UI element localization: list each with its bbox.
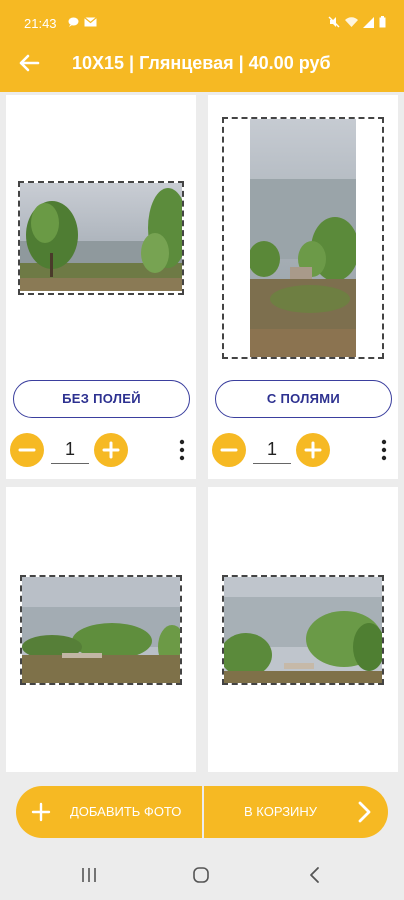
photo-grid[interactable]: БЕЗ ПОЛЕЙ 1 С ПОЛЯМИ 1 — [0, 92, 404, 772]
print-frame[interactable] — [18, 181, 184, 295]
mail-icon — [84, 17, 97, 27]
photo-card: С ПОЛЯМИ 1 — [208, 95, 398, 479]
battery-icon — [379, 16, 386, 28]
app-bar: 10X15 | Глянцевая | 40.00 руб — [0, 36, 404, 92]
add-photo-label: ДОБАВИТЬ ФОТО — [70, 804, 182, 819]
system-nav-bar — [0, 852, 404, 900]
signal-icon — [363, 16, 374, 28]
chevron-right-icon — [358, 801, 371, 823]
decrease-quantity-button[interactable] — [10, 433, 44, 467]
plus-icon — [304, 441, 322, 459]
photo-image — [22, 577, 180, 683]
page-title: 10X15 | Глянцевая | 40.00 руб — [72, 53, 331, 73]
plus-icon — [102, 441, 120, 459]
increase-quantity-button[interactable] — [94, 433, 128, 467]
print-frame[interactable] — [222, 117, 384, 359]
photo-image — [224, 577, 382, 683]
photo-card — [6, 487, 196, 772]
more-options-icon[interactable] — [379, 438, 389, 462]
photo-image — [250, 119, 356, 357]
status-bar: 21:43 — [0, 0, 404, 36]
wifi-icon — [345, 16, 358, 27]
minus-icon — [220, 448, 238, 452]
status-time: 21:43 — [24, 16, 57, 31]
print-frame[interactable] — [222, 575, 384, 685]
increase-quantity-button[interactable] — [296, 433, 330, 467]
chat-bubble-icon — [68, 17, 79, 27]
quantity-field[interactable]: 1 — [253, 436, 291, 464]
decrease-quantity-button[interactable] — [212, 433, 246, 467]
minus-icon — [18, 448, 36, 452]
add-to-cart-label: В КОРЗИНУ — [244, 804, 318, 819]
photo-image — [20, 183, 182, 291]
add-to-cart-button[interactable]: В КОРЗИНУ — [204, 786, 388, 838]
recent-apps-icon[interactable] — [80, 866, 98, 884]
add-photo-button[interactable]: ДОБАВИТЬ ФОТО — [16, 786, 202, 838]
back-nav-icon[interactable] — [306, 866, 324, 884]
plus-icon — [31, 802, 51, 822]
with-margins-mode-button[interactable]: С ПОЛЯМИ — [215, 380, 392, 418]
mute-icon — [328, 16, 340, 28]
bottom-action-bar: ДОБАВИТЬ ФОТО В КОРЗИНУ — [16, 786, 388, 838]
photo-card: БЕЗ ПОЛЕЙ 1 — [6, 95, 196, 479]
home-icon[interactable] — [192, 866, 210, 884]
back-arrow-icon[interactable] — [14, 48, 44, 78]
more-options-icon[interactable] — [177, 438, 187, 462]
borderless-mode-button[interactable]: БЕЗ ПОЛЕЙ — [13, 380, 190, 418]
quantity-field[interactable]: 1 — [51, 436, 89, 464]
print-frame[interactable] — [20, 575, 182, 685]
photo-card — [208, 487, 398, 772]
